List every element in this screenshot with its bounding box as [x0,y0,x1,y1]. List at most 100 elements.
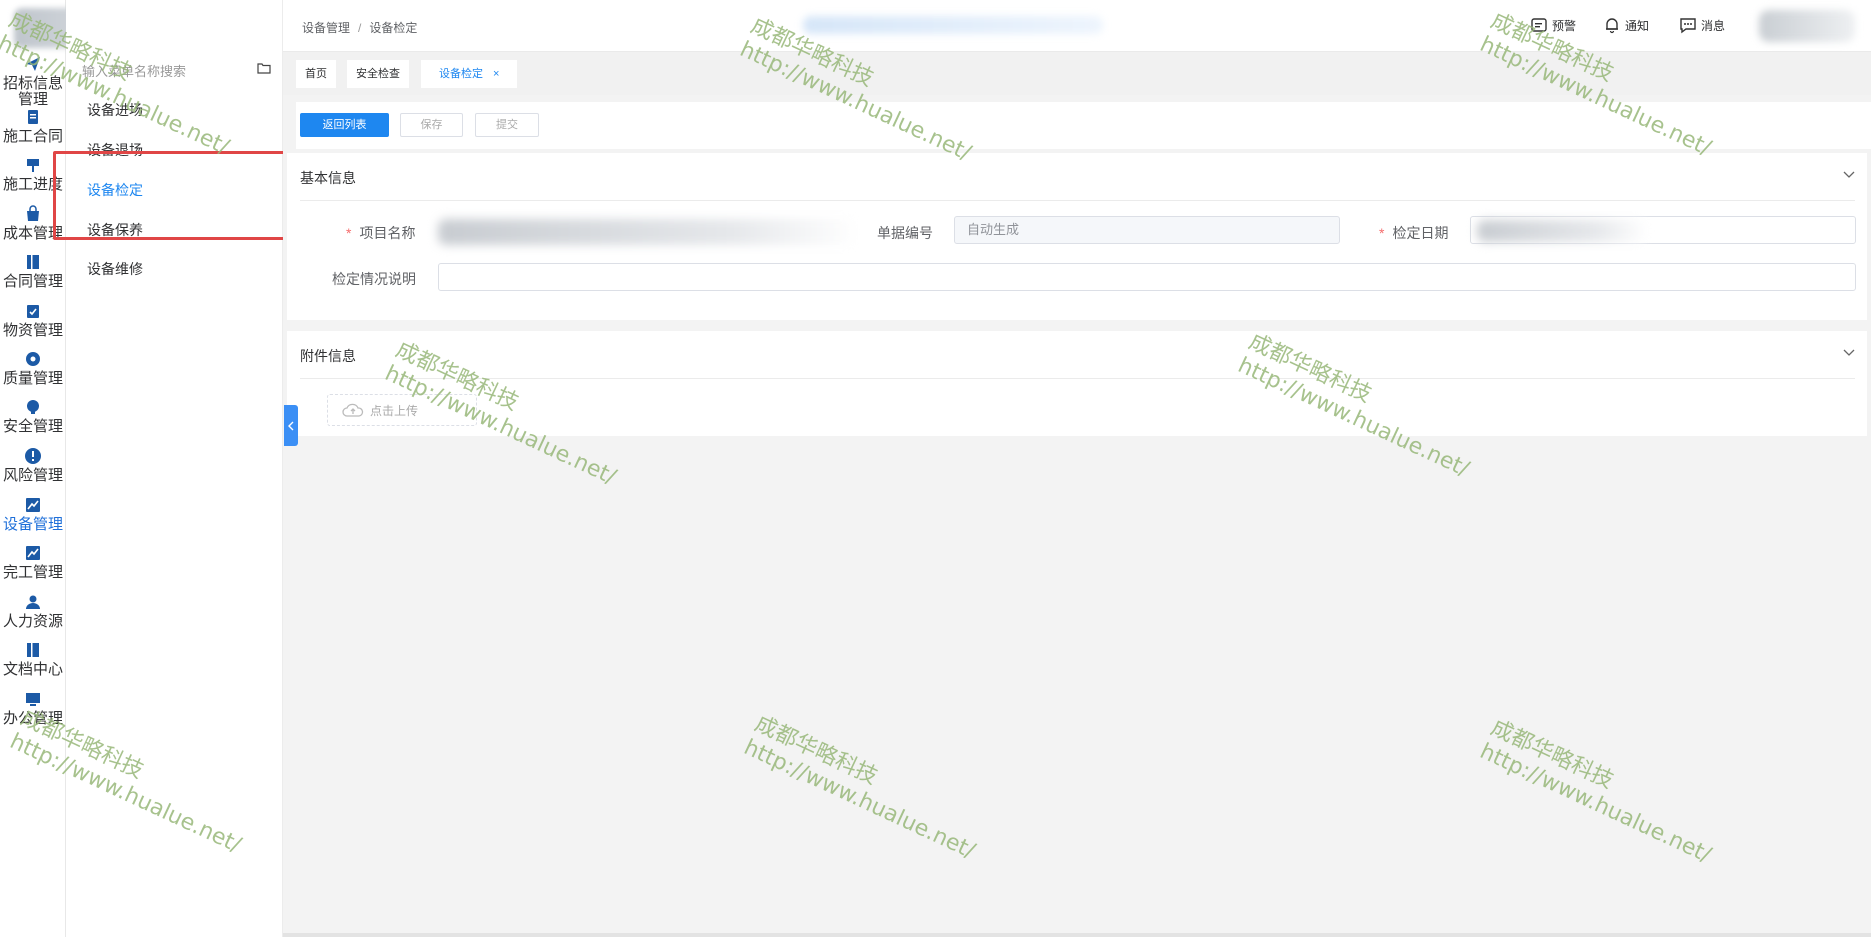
clipboard-icon [28,110,38,124]
tab-label: 设备检定 [439,68,483,80]
rail-item-label: 人力资源 [2,613,63,630]
breadcrumb-separator: / [358,21,362,35]
submenu: 输入菜单名称搜索 设备进场 设备退场 设备检定 设备保养 设备维修 [66,0,283,937]
rail-item-materials[interactable]: 物资管理 [0,302,66,339]
people-icon [26,595,40,609]
rail-item-safety[interactable]: 安全管理 [0,398,66,435]
tab-bar: 首页 安全检查 设备检定 × [283,52,1871,95]
rail-item-label: 设备管理 [2,516,63,533]
check-date-label: * 检定日期 [1379,223,1448,243]
chevron-down-icon[interactable] [1843,349,1855,357]
breadcrumb: 设备管理 / 设备检定 [302,19,417,36]
label-text: 项目名称 [359,225,416,241]
warning-list-icon [1531,18,1547,32]
upload-label: 点击上传 [370,403,419,418]
rail-item-label: 质量管理 [2,370,63,387]
required-mark: * [346,225,352,241]
menu-search-input[interactable]: 输入菜单名称搜索 [78,58,273,82]
top-bar: 设备管理 / 设备检定 预警 通知 消息 [283,0,1871,52]
chevron-down-icon[interactable] [1843,171,1855,179]
rail-item-hr[interactable]: 人力资源 [0,593,66,630]
book-icon [27,255,39,269]
rail-item-equipment[interactable]: 设备管理 [0,496,66,533]
attachments-title: 附件信息 [300,348,356,364]
notification-label: 通知 [1625,18,1650,33]
checklist-icon [27,305,39,318]
description-input[interactable] [438,263,1856,291]
basic-info-panel: 基本信息 * 项目名称 单据编号 自动生成 * 检定日期 检定情况说明 [287,153,1867,320]
chevron-left-icon [288,421,294,430]
main-content: 设备管理 / 设备检定 预警 通知 消息 首页 安全检查 设备检定 × 返回列表 保存… [283,0,1871,937]
project-name-label: * 项目名称 [346,223,415,243]
action-toolbar: 返回列表 保存 提交 [296,102,1871,149]
divider [300,200,1855,201]
rail-item-label: 招标信息管理 [2,75,63,108]
bell-icon [1606,18,1618,34]
rail-item-label: 合同管理 [2,273,63,290]
notification-button[interactable]: 通知 [1603,16,1649,34]
doc-no-input: 自动生成 [954,216,1340,244]
bulb-icon [27,400,39,414]
rail-item-risk[interactable]: 风险管理 [0,447,66,484]
alert-icon [25,448,41,464]
label-text: 检定日期 [1392,225,1449,241]
upload-button[interactable]: 点击上传 [327,394,477,426]
cloud-upload-icon [342,403,364,417]
warning-label: 预警 [1552,18,1577,33]
rail-item-label: 物资管理 [2,322,63,339]
bag-icon [27,205,39,221]
check-date-value [1477,220,1647,242]
hammer-icon [27,159,39,172]
rail-item-completion[interactable]: 完工管理 [0,544,66,581]
required-mark: * [1379,225,1385,241]
highlight-annotation-box [53,151,309,240]
bottom-divider [283,933,1871,937]
tab-equipment-verification[interactable]: 设备检定 × [421,60,518,88]
icon-rail: 招标信息管理 施工合同 施工进度 成本管理 合同管理 物资管理 质量管理 安全管… [0,0,164,937]
chart-icon [26,498,40,512]
submit-button[interactable]: 提交 [475,113,539,137]
basic-info-title: 基本信息 [300,170,356,186]
project-name-select[interactable] [438,219,858,245]
description-label: 检定情况说明 [332,271,416,287]
user-avatar[interactable] [1759,10,1855,42]
rail-item-docs[interactable]: 文档中心 [0,641,66,678]
compass-icon [26,352,40,366]
message-icon [1680,18,1696,34]
rail-item-contract[interactable]: 合同管理 [0,253,66,290]
divider [300,378,1855,379]
close-tab-icon[interactable]: × [493,68,499,80]
rail-item-label: 施工合同 [2,128,63,145]
rail-item-label: 风险管理 [2,467,63,484]
send-icon [26,57,40,71]
tab-label: 安全检查 [356,68,400,80]
rail-item-bidding[interactable]: 招标信息管理 [0,55,66,108]
rail-item-quality[interactable]: 质量管理 [0,350,66,387]
rail-item-label: 完工管理 [2,564,63,581]
tab-label: 首页 [305,68,327,80]
message-button[interactable]: 消息 [1679,16,1725,34]
submenu-item-entry[interactable]: 设备进场 [87,100,143,120]
attachments-panel: 附件信息 点击上传 [287,331,1867,436]
back-to-list-button[interactable]: 返回列表 [300,113,389,137]
breadcrumb-item[interactable]: 设备管理 [302,21,350,35]
message-label: 消息 [1701,18,1726,33]
menu-search-placeholder: 输入菜单名称搜索 [82,64,187,79]
tab-safety-inspection[interactable]: 安全检查 [347,60,409,88]
rail-item-label: 办公管理 [2,710,63,727]
tab-home[interactable]: 首页 [296,60,336,88]
save-button[interactable]: 保存 [400,113,463,137]
chart-icon [26,546,40,560]
breadcrumb-item-current: 设备检定 [369,21,418,35]
collapse-sidebar-button[interactable] [284,405,298,446]
doc-no-label: 单据编号 [877,225,933,241]
warning-button[interactable]: 预警 [1530,16,1576,34]
book-icon [27,643,39,657]
folder-icon[interactable] [257,62,271,74]
rail-item-label: 安全管理 [2,418,63,435]
rail-item-office[interactable]: 办公管理 [0,690,66,727]
redacted-banner [803,16,1103,34]
submenu-item-repair[interactable]: 设备维修 [87,259,143,279]
monitor-icon [26,693,40,706]
rail-item-construction-contract[interactable]: 施工合同 [0,108,66,145]
